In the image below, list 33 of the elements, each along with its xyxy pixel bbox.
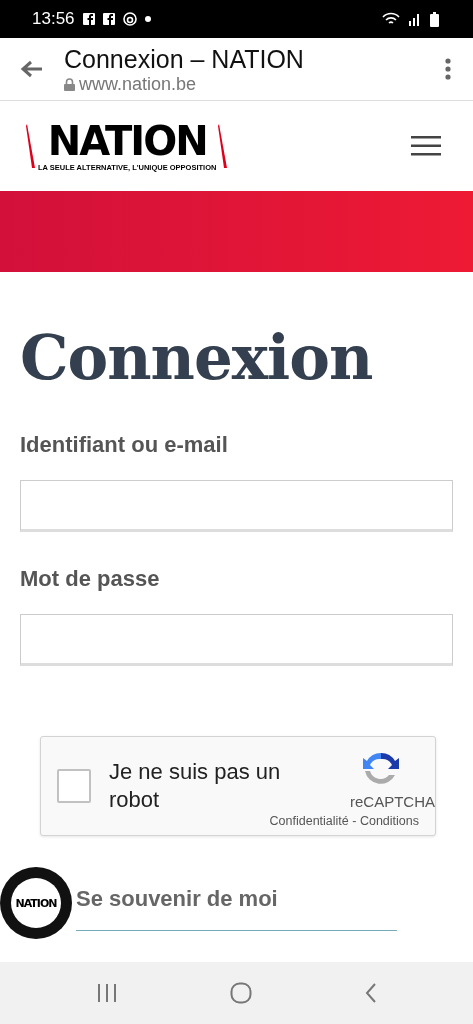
slash-icon [26,124,36,168]
captcha-label: Je ne suis pas un robot [109,758,282,814]
recent-apps-button[interactable] [96,983,117,1003]
separator-text: - [352,814,357,828]
menu-button[interactable] [411,136,441,156]
battery-icon [430,11,439,27]
status-time: 13:56 [32,9,75,29]
page-url: www.nation.be [79,73,197,95]
input-field[interactable] [20,480,453,532]
site-logo[interactable]: NATION [47,120,207,162]
lock-icon [64,77,75,91]
checkbox[interactable] [57,769,91,803]
notification-icon [102,13,115,25]
slash-icon [218,124,229,168]
input-field[interactable] [20,614,453,666]
home-button[interactable] [229,982,252,1004]
floating-badge[interactable]: NATION [11,878,61,928]
dot-icon [144,16,151,22]
notification-icon [82,13,95,25]
remember-label: Se souvenir de moi [76,886,279,912]
field-label: Identifiant ou e-mail [20,432,229,458]
terms-link[interactable]: Conditions [359,814,419,828]
more-menu-button[interactable] [445,58,451,80]
back-button[interactable] [20,60,44,78]
notification-icon [122,12,137,26]
field-label: Mot de passe [20,566,161,592]
privacy-link[interactable]: Confidentialité [269,814,349,828]
signal-icon [408,12,422,26]
captcha-brand: reCAPTCHA [350,793,435,810]
page-heading: Connexion [20,321,374,395]
page-title: Connexion – NATION [64,43,305,74]
wifi-icon [382,12,400,26]
back-nav-button[interactable] [364,982,377,1004]
